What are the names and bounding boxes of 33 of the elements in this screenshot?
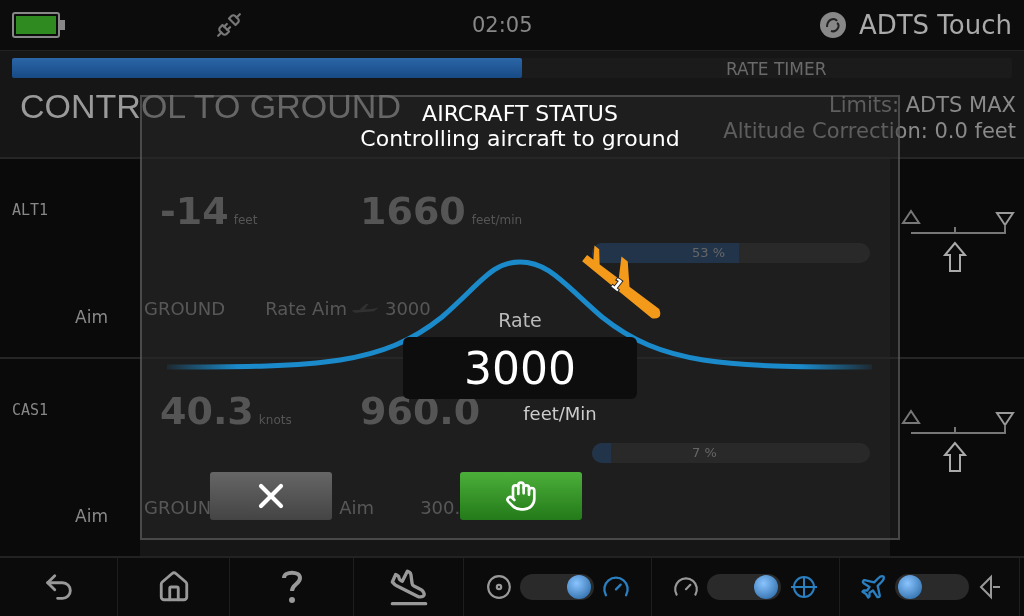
aim-label: Aim [75,506,108,526]
limits-text: Limits: ADTS MAX [829,93,1016,117]
aim-value: GROUND [144,297,226,319]
aircraft-marker: 1 [582,245,661,319]
rate-unit-label: feet/Min [523,403,597,424]
cancel-button[interactable] [210,472,332,520]
aim-value: GROUN [144,497,212,518]
rate-reading: 3000 [464,342,576,394]
aim-label: Aim [75,306,108,327]
help-icon [280,569,303,605]
plane-icon [858,573,887,601]
app-name: ADTS Touch [858,10,1012,40]
gauge-reading: 53 % [692,245,726,260]
channel-name: ALT1 [12,201,50,219]
battery-icon [12,12,66,38]
dialog-message: Controlling aircraft to ground [360,126,680,151]
rate-aim-value: 300. [420,497,461,518]
page-title: CONTROL TO GROUND [20,87,401,126]
rate-aim-value: 3000 [384,297,431,319]
gauge-reading: 7 % [692,444,717,460]
hand-icon [505,480,537,512]
rate-timer-label: RATE TIMER [726,59,827,79]
rate-label: Rate [498,309,542,331]
rate-aim-label: Aim [339,497,375,518]
landing-plane-icon [388,567,429,607]
unplugged-icon [216,12,242,38]
clock-time: 02:05 [472,13,533,37]
rate-aim-label: Rate Aim [265,297,347,319]
halt-button[interactable] [460,472,582,520]
altitude-correction-text: Altitude Correction: 0.0 feet [723,119,1016,143]
channel-name: CAS1 [12,400,50,419]
dialog-title: AIRCRAFT STATUS [422,101,618,126]
logo-icon [818,11,847,39]
